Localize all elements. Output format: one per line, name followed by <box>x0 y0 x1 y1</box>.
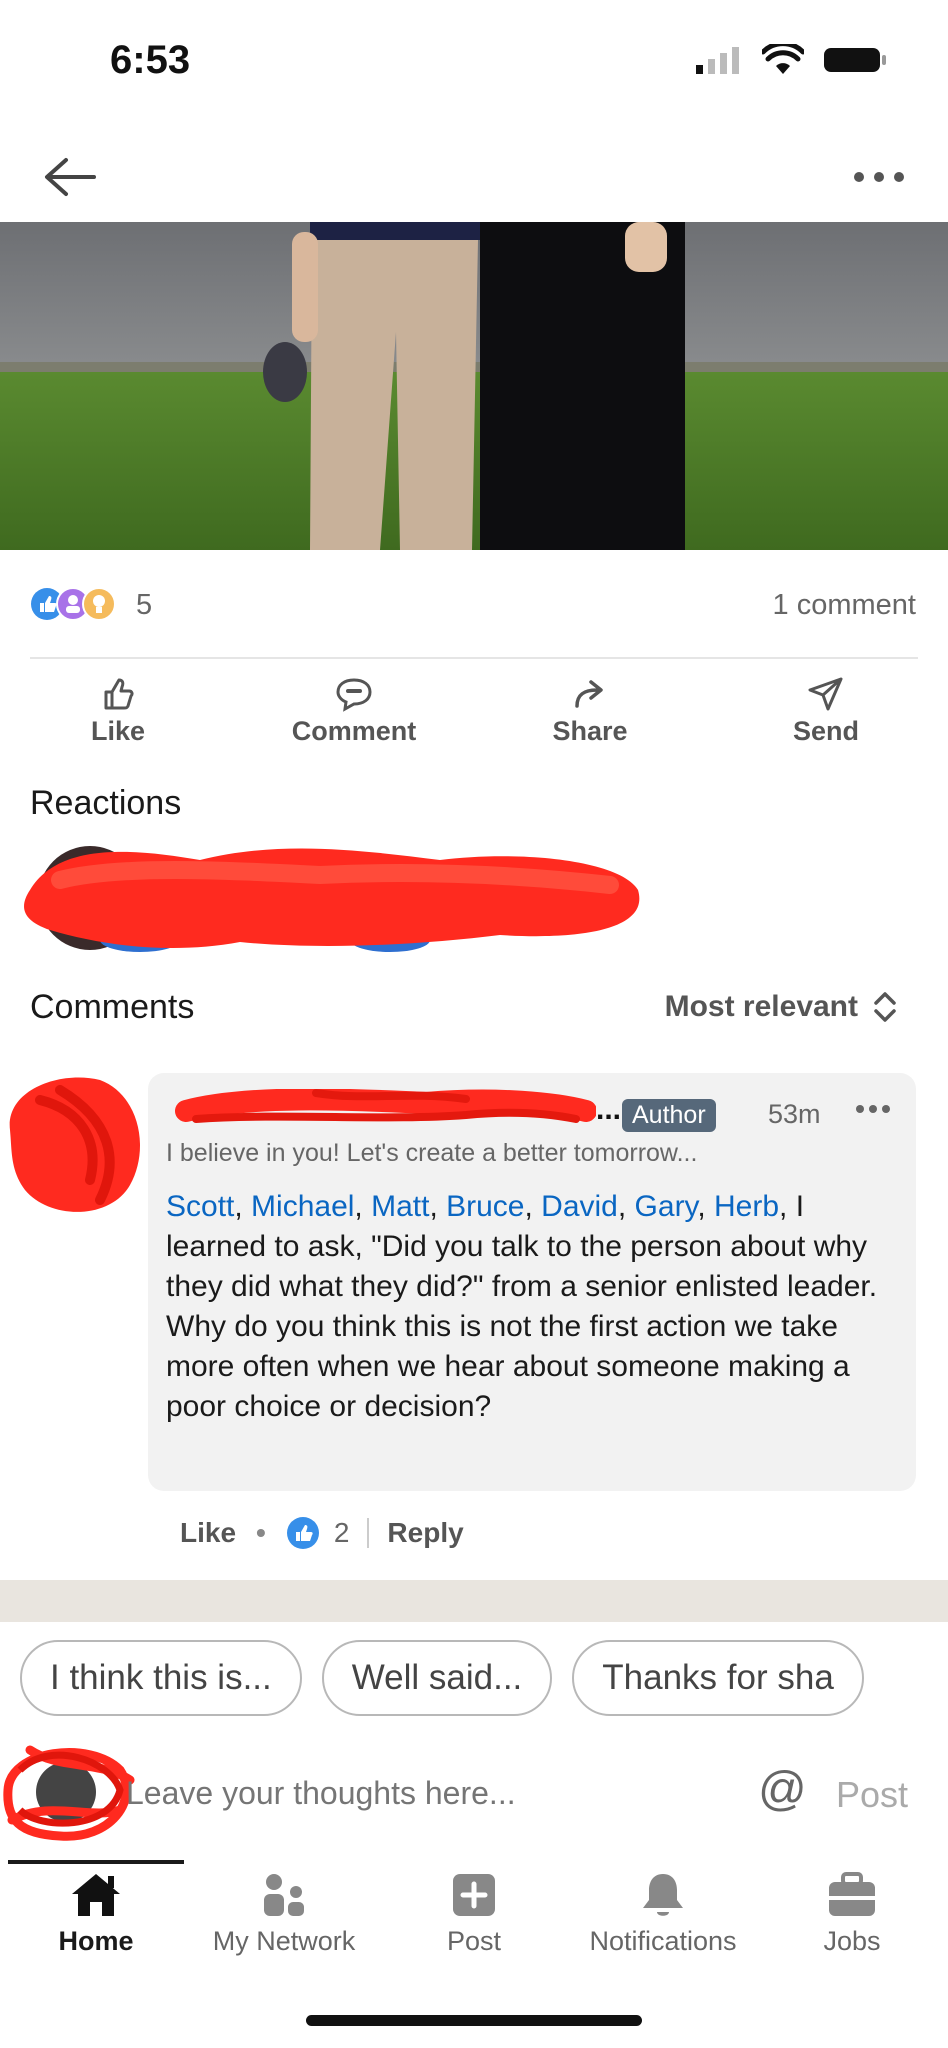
send-icon <box>808 677 843 711</box>
avatar-redaction <box>9 1077 140 1212</box>
name-ellipsis: ... <box>596 1093 622 1126</box>
redaction-scribble <box>24 846 640 952</box>
status-time: 6:53 <box>110 38 191 82</box>
commenter-headline: I believe in you! Let's create a better … <box>166 1139 698 1167</box>
back-button[interactable] <box>34 142 104 212</box>
like-label: Like <box>90 716 146 746</box>
network-icon <box>264 1874 304 1916</box>
name-redaction <box>175 1088 597 1123</box>
nav-home[interactable]: Home <box>40 1870 152 1957</box>
reaction-count[interactable]: 5 <box>136 589 152 622</box>
comment-like-button[interactable]: Like <box>180 1517 236 1549</box>
share-icon <box>575 680 603 708</box>
divider <box>30 657 918 659</box>
like-button[interactable]: Like <box>28 676 208 747</box>
post-action-bar: Like Comment Share Send <box>0 670 948 770</box>
comment-composer: @ Post <box>0 1730 948 1860</box>
section-divider <box>0 1580 948 1622</box>
nav-label: My Network <box>212 1926 356 1956</box>
nav-label: Jobs <box>823 1926 881 1956</box>
like-icon <box>104 678 134 710</box>
comment-text: Scott, Michael, Matt, Bruce, David, Gary… <box>166 1190 878 1423</box>
mention-link[interactable]: Scott <box>166 1190 234 1223</box>
mention-link[interactable]: Michael <box>251 1190 354 1223</box>
reaction-icons[interactable] <box>30 587 116 621</box>
comment-count[interactable]: 1 comment <box>773 589 916 622</box>
mention-link[interactable]: Herb <box>714 1190 779 1223</box>
bottom-nav: Home My Network Post Notifications Jobs <box>0 1860 948 1970</box>
comment-input[interactable] <box>126 1775 606 1812</box>
suggestion-chip[interactable]: Well said... <box>321 1640 553 1716</box>
nav-my-network[interactable]: My Network <box>196 1870 372 1957</box>
nav-label: Post <box>446 1926 502 1956</box>
post-button[interactable]: Post <box>836 1774 908 1816</box>
share-button[interactable]: Share <box>500 676 680 747</box>
send-button[interactable]: Send <box>736 676 916 747</box>
comment-label: Comment <box>291 716 417 746</box>
nav-notifications[interactable]: Notifications <box>568 1870 758 1957</box>
like-reaction-icon[interactable] <box>286 1516 320 1550</box>
post-photo-art <box>0 222 948 550</box>
user-avatar-redacted <box>0 1730 140 1850</box>
top-nav <box>0 130 948 222</box>
insightful-reaction-icon <box>82 587 116 621</box>
nav-post[interactable]: Post <box>424 1870 524 1957</box>
share-label: Share <box>552 716 628 746</box>
home-icon <box>72 1874 120 1916</box>
suggestion-chip[interactable]: Thanks for sha <box>572 1640 864 1716</box>
home-indicator[interactable] <box>306 2015 642 2026</box>
battery-icon <box>824 48 886 72</box>
active-tab-indicator <box>8 1860 184 1864</box>
mention-link[interactable]: Matt <box>371 1190 429 1223</box>
comment-timestamp: 53m <box>768 1099 821 1129</box>
bell-icon <box>643 1874 683 1916</box>
comment-icon <box>336 678 372 712</box>
nav-label: Home <box>58 1926 134 1956</box>
separator-bar <box>367 1518 370 1548</box>
sort-dropdown[interactable]: Most relevant <box>665 990 898 1024</box>
mention-link[interactable]: Bruce <box>446 1190 524 1223</box>
signal-icon <box>696 47 739 74</box>
reply-button[interactable]: Reply <box>387 1517 463 1549</box>
arrow-left-icon <box>45 158 96 196</box>
comment-like-count[interactable]: 2 <box>334 1517 350 1549</box>
separator-dot: • <box>256 1517 266 1548</box>
comments-heading: Comments <box>30 988 195 1026</box>
suggested-replies: I think this is... Well said... Thanks f… <box>20 1640 930 1720</box>
commenter-name-redacted[interactable]: ... <box>166 1088 621 1129</box>
reactor-avatars-redacted[interactable] <box>20 830 660 970</box>
send-label: Send <box>792 716 859 746</box>
comment-body: , I learned to ask, "Did you talk to the… <box>166 1190 878 1423</box>
wifi-icon <box>762 44 804 74</box>
comment-more-button[interactable] <box>848 1089 898 1129</box>
post-icon <box>453 1874 495 1916</box>
post-image[interactable] <box>0 222 948 550</box>
comment-bubble: ... Author 53m I believe in you! Let's c… <box>148 1073 916 1491</box>
comment-button[interactable]: Comment <box>264 676 444 747</box>
commenter-avatar-redacted[interactable] <box>0 1060 150 1220</box>
chevron-up-down-icon <box>874 992 896 1022</box>
author-badge: Author <box>622 1099 716 1132</box>
status-bar: 6:53 <box>0 0 948 130</box>
more-options-button[interactable] <box>844 142 914 212</box>
status-icons <box>694 44 888 76</box>
reactions-heading: Reactions <box>30 784 182 822</box>
ellipsis-icon <box>856 1105 890 1113</box>
nav-label: Notifications <box>589 1926 737 1956</box>
nav-jobs[interactable]: Jobs <box>802 1870 902 1957</box>
sort-label: Most relevant <box>664 990 858 1023</box>
social-counts: 5 1 comment <box>0 575 948 635</box>
suggestion-chip[interactable]: I think this is... <box>20 1640 302 1716</box>
ellipsis-icon <box>854 172 904 182</box>
avatar-redaction <box>3 1745 135 1841</box>
briefcase-icon <box>829 1872 875 1916</box>
mention-link[interactable]: Gary <box>635 1190 698 1223</box>
mention-button[interactable]: @ <box>758 1762 807 1817</box>
mention-link[interactable]: David <box>541 1190 618 1223</box>
comment-actions: Like • 2 Reply <box>180 1516 464 1550</box>
